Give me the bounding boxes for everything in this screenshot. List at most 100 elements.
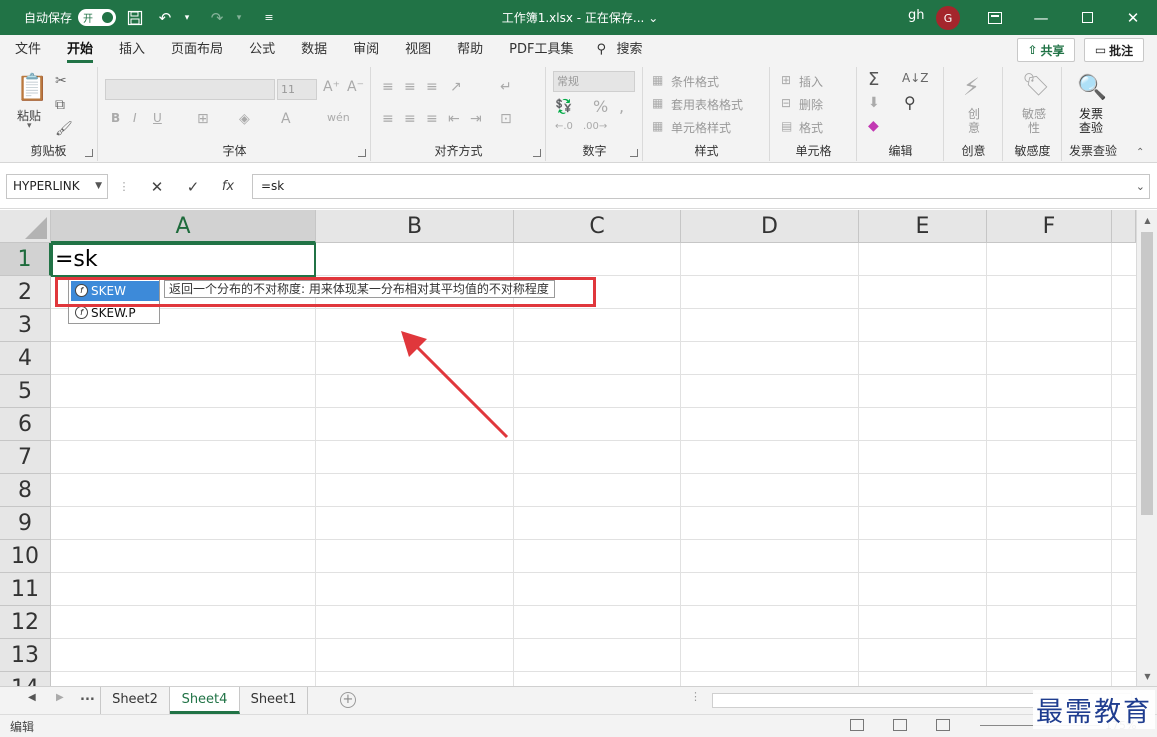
row-header-5[interactable]: 5 xyxy=(0,375,51,408)
conditional-format-icon[interactable]: ▦ xyxy=(652,73,663,87)
table-format-icon[interactable]: ▦ xyxy=(652,96,663,110)
tab-insert[interactable]: 插入 xyxy=(106,35,158,65)
column-header-f[interactable]: F xyxy=(987,210,1112,243)
comma-style-icon[interactable]: , xyxy=(619,97,624,116)
format-cells-button[interactable]: 格式 xyxy=(799,119,823,136)
row-header-4[interactable]: 4 xyxy=(0,342,51,375)
border-icon[interactable]: ⊞ xyxy=(197,111,209,127)
normal-view-icon[interactable] xyxy=(850,719,864,731)
column-header-next[interactable] xyxy=(1112,210,1136,243)
clear-icon[interactable]: ◆ xyxy=(868,118,879,134)
sheet-tab-sheet4[interactable]: Sheet4 xyxy=(170,687,240,714)
align-left-icon[interactable]: ≡ xyxy=(382,111,394,127)
ideas-button[interactable]: 创意 xyxy=(967,107,981,135)
find-select-icon[interactable]: ⚲ xyxy=(904,93,916,112)
next-sheet-icon[interactable]: ▶ xyxy=(56,692,64,703)
sensitivity-button[interactable]: 敏感性 xyxy=(1020,107,1048,135)
format-as-table-button[interactable]: 套用表格格式 xyxy=(671,96,743,113)
tab-data[interactable]: 数据 xyxy=(288,35,340,65)
invoice-check-button[interactable]: 发票查验 xyxy=(1077,107,1105,135)
vertical-scrollbar[interactable]: ▲ ▼ xyxy=(1136,210,1157,686)
font-name-box[interactable] xyxy=(105,79,275,100)
insert-cells-button[interactable]: 插入 xyxy=(799,73,823,90)
row-header-13[interactable]: 13 xyxy=(0,639,51,672)
undo-dropdown-icon[interactable]: ▾ xyxy=(176,7,198,29)
insert-cells-icon[interactable]: ⊞ xyxy=(781,73,791,87)
search-box[interactable]: ⚲ 搜索 xyxy=(586,35,655,65)
sheet-tab-sheet1[interactable]: Sheet1 xyxy=(240,687,308,714)
scroll-down-icon[interactable]: ▼ xyxy=(1137,672,1157,681)
copy-icon[interactable]: ⧉ xyxy=(55,97,65,113)
merge-center-icon[interactable]: ⊡ xyxy=(500,111,512,127)
add-sheet-icon[interactable]: + xyxy=(340,692,356,708)
delete-cells-icon[interactable]: ⊟ xyxy=(781,96,791,110)
decrease-font-icon[interactable]: A⁻ xyxy=(347,79,364,95)
align-bottom-icon[interactable]: ≡ xyxy=(426,79,438,95)
active-cell-a1[interactable]: =sk xyxy=(51,243,316,277)
maximize-icon[interactable] xyxy=(1064,0,1110,35)
cancel-entry-icon[interactable]: ✕ xyxy=(146,176,168,198)
conditional-format-button[interactable]: 条件格式 xyxy=(671,73,719,90)
collapse-ribbon-icon[interactable]: ⌃ xyxy=(1136,147,1144,158)
column-header-d[interactable]: D xyxy=(681,210,859,243)
ideas-icon[interactable]: ⚡ xyxy=(963,73,980,101)
row-header-12[interactable]: 12 xyxy=(0,606,51,639)
font-launcher-icon[interactable] xyxy=(358,149,366,157)
currency-icon[interactable]: 💱 xyxy=(555,99,572,115)
paste-icon[interactable]: 📋 xyxy=(16,73,48,103)
prev-sheet-icon[interactable]: ◀ xyxy=(28,692,36,703)
tab-home[interactable]: 开始 xyxy=(54,35,106,65)
increase-decimal-icon[interactable]: ←.0 xyxy=(555,121,573,132)
splitter-icon[interactable]: ⋮ xyxy=(690,690,701,703)
autosave-toggle[interactable]: 开 xyxy=(78,9,117,26)
name-box[interactable]: HYPERLINK ▼ xyxy=(6,174,108,199)
sensitivity-icon[interactable]: 🏷 xyxy=(1022,73,1050,98)
column-header-b[interactable]: B xyxy=(316,210,514,243)
row-header-8[interactable]: 8 xyxy=(0,474,51,507)
number-launcher-icon[interactable] xyxy=(630,149,638,157)
fill-icon[interactable]: ⬇ xyxy=(868,95,880,111)
save-icon[interactable] xyxy=(124,7,146,29)
format-cells-icon[interactable]: ▤ xyxy=(781,119,792,133)
select-all-corner[interactable] xyxy=(0,210,51,243)
row-header-11[interactable]: 11 xyxy=(0,573,51,606)
tab-review[interactable]: 审阅 xyxy=(340,35,392,65)
ribbon-display-icon[interactable] xyxy=(972,0,1018,35)
share-button[interactable]: ⇧ 共享 xyxy=(1017,38,1075,62)
minimize-icon[interactable]: — xyxy=(1018,0,1064,35)
number-format-box[interactable]: 常规 xyxy=(553,71,635,92)
decrease-decimal-icon[interactable]: .00→ xyxy=(583,121,607,132)
align-right-icon[interactable]: ≡ xyxy=(426,111,438,127)
increase-indent-icon[interactable]: ⇥ xyxy=(470,111,482,127)
confirm-entry-icon[interactable]: ✓ xyxy=(182,176,204,198)
format-painter-icon[interactable]: 🖌 xyxy=(55,121,73,137)
avatar[interactable]: G xyxy=(936,6,960,30)
percent-icon[interactable]: % xyxy=(593,97,608,116)
tab-view[interactable]: 视图 xyxy=(392,35,444,65)
expand-formula-icon[interactable]: ⌄ xyxy=(1136,175,1145,198)
row-header-7[interactable]: 7 xyxy=(0,441,51,474)
row-header-2[interactable]: 2 xyxy=(0,276,51,309)
tab-page-layout[interactable]: 页面布局 xyxy=(158,35,236,65)
bold-icon[interactable]: B xyxy=(111,111,120,125)
autosum-icon[interactable]: Σ xyxy=(868,69,879,90)
tab-file[interactable]: 文件 xyxy=(0,35,54,65)
orientation-icon[interactable]: ↗ xyxy=(450,79,462,95)
decrease-indent-icon[interactable]: ⇤ xyxy=(448,111,460,127)
invoice-icon[interactable]: 🔍 xyxy=(1077,73,1107,101)
sheet-tab-sheet2[interactable]: Sheet2 xyxy=(100,687,170,714)
column-header-c[interactable]: C xyxy=(514,210,681,243)
fill-color-icon[interactable]: ◈ xyxy=(239,111,250,127)
wrap-text-icon[interactable]: ↵ xyxy=(500,79,512,95)
page-break-view-icon[interactable] xyxy=(936,719,950,731)
cell-styles-button[interactable]: 单元格样式 xyxy=(671,119,731,136)
align-middle-icon[interactable]: ≡ xyxy=(404,79,416,95)
delete-cells-button[interactable]: 删除 xyxy=(799,96,823,113)
row-header-6[interactable]: 6 xyxy=(0,408,51,441)
comments-button[interactable]: ▭ 批注 xyxy=(1084,38,1144,62)
sort-filter-icon[interactable]: A↓Z xyxy=(902,71,928,85)
close-icon[interactable]: ✕ xyxy=(1110,0,1156,35)
align-top-icon[interactable]: ≡ xyxy=(382,79,394,95)
clipboard-launcher-icon[interactable] xyxy=(85,149,93,157)
more-options-icon[interactable]: ⋮ xyxy=(113,176,135,198)
